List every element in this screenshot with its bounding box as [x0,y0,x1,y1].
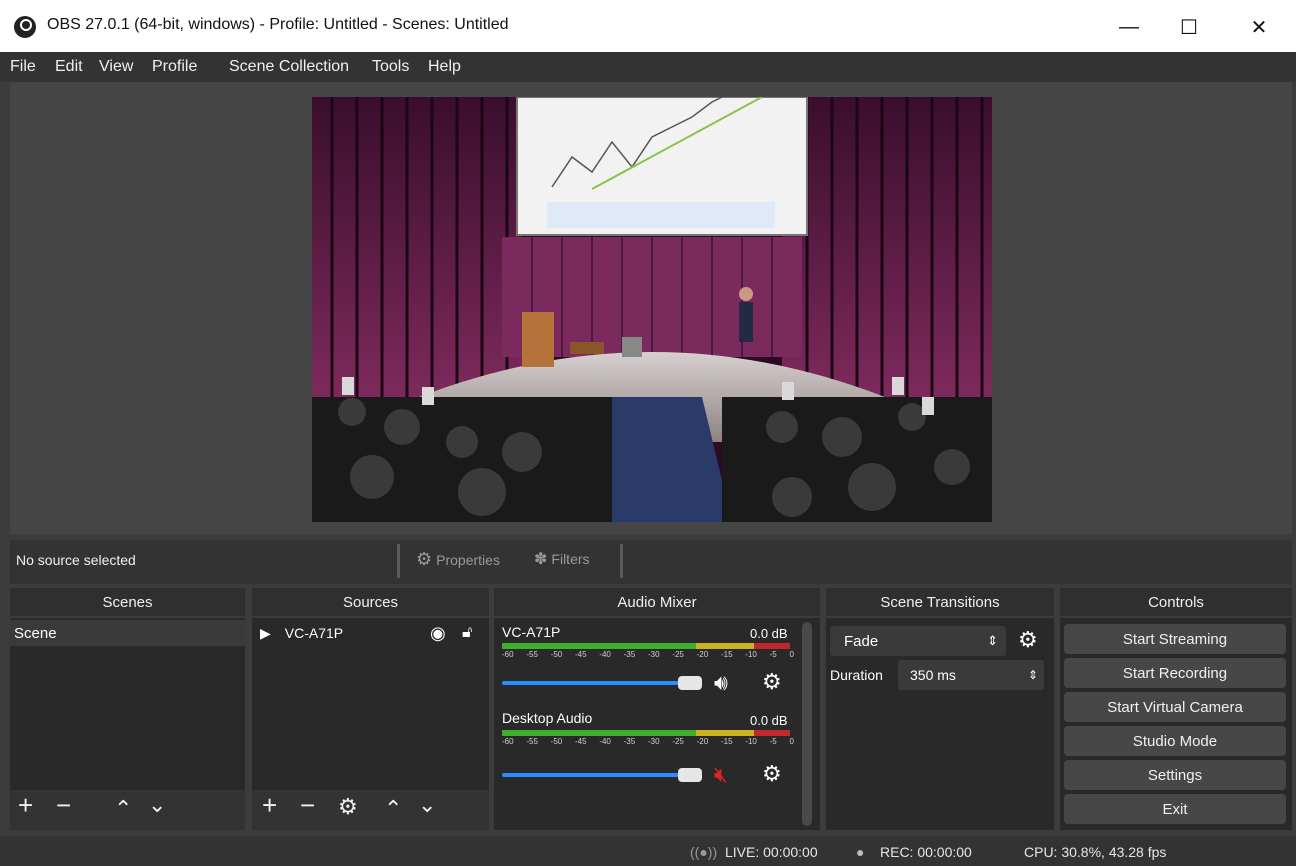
minimize-button[interactable]: — [1106,10,1152,44]
add-scene-button[interactable]: + [18,790,33,821]
speaker-icon[interactable]: 🔊︎ [714,670,728,696]
lock-icon[interactable]: 🔓︎ [462,624,472,642]
start-virtual-camera-button[interactable]: Start Virtual Camera [1064,692,1286,722]
menu-view[interactable]: View [99,58,133,76]
menu-file[interactable]: File [10,58,36,76]
audio-mixer-panel: VC-A71P 0.0 dB -60 -55 -50 -45 -40 -35 -30 -25-… [494,618,820,830]
filters-button[interactable]: ✽ Filters [534,549,590,569]
volume-meter [502,643,790,649]
volume-slider-handle[interactable] [678,768,702,782]
volume-slider-handle[interactable] [678,676,702,690]
duration-spinbox[interactable]: 350 ms ⇕ [898,660,1044,690]
scrollbar[interactable] [802,622,812,826]
start-streaming-button[interactable]: Start Streaming [1064,624,1286,654]
scene-item[interactable]: Scene [10,620,245,646]
add-source-button[interactable]: + [262,790,277,821]
remove-source-button[interactable]: − [300,790,315,821]
meter-ticks: -60 -55 -50 -45 -40 -35 -30 -25 -20 -15 -10 -5 0 [502,650,794,659]
volume-slider[interactable] [502,773,686,777]
move-down-icon[interactable]: ⌄ [418,792,436,818]
menu-edit[interactable]: Edit [55,58,83,76]
no-source-label: No source selected [16,552,136,568]
toolbar-divider [620,544,623,578]
broadcast-icon: ((●)) [690,844,718,860]
cpu-fps-status: CPU: 30.8%, 43.28 fps [1024,844,1167,860]
rec-timer: REC: 00:00:00 [880,844,972,860]
obs-logo-icon [14,16,36,38]
gear-icon[interactable]: ⚙ [1018,627,1038,653]
menu-bar: File Edit View Profile Scene Collection … [0,52,1296,82]
live-timer: LIVE: 00:00:00 [725,844,818,860]
exit-button[interactable]: Exit [1064,794,1286,824]
source-item[interactable]: ▶ VC-A71P ◉ 🔓︎ [252,620,489,646]
menu-help[interactable]: Help [428,58,461,76]
move-up-icon[interactable]: ⌃ [114,796,132,822]
scene-transitions-panel: Fade ⇕ ⚙ Duration 350 ms ⇕ [826,618,1054,830]
gear-icon[interactable]: ⚙ [762,669,782,695]
title-bar: OBS 27.0.1 (64-bit, windows) - Profile: … [0,0,1296,53]
move-up-icon[interactable]: ⌃ [384,796,402,822]
scenes-list[interactable]: Scene [10,618,245,790]
remove-scene-button[interactable]: − [56,790,71,821]
scenes-dock-title: Scenes [10,588,245,616]
settings-button[interactable]: Settings [1064,760,1286,790]
transition-selected: Fade [844,632,879,650]
close-button[interactable]: ✕ [1236,10,1282,44]
meter-ticks: -60 -55 -50 -45 -40 -35 -30 -25 -20 -15 -10 -5 0 [502,737,794,746]
source-properties-gear-icon[interactable]: ⚙ [338,794,358,820]
sources-toolbar: + − ⚙ ⌃ ⌄ [252,790,489,830]
volume-meter [502,730,790,736]
filter-icon: ✽ [534,551,548,568]
play-icon: ▶ [260,624,271,641]
duration-value: 350 ms [910,667,956,683]
scenes-toolbar: + − ⌃ ⌄ [10,790,245,830]
record-icon: ● [856,844,865,860]
filters-label: Filters [551,551,590,567]
mixer-channel-db: 0.0 dB [750,713,788,728]
duration-label: Duration [830,667,883,683]
source-toolbar [10,540,1292,584]
mixer-channel-db: 0.0 dB [750,626,788,641]
maximize-button[interactable]: ☐ [1166,10,1212,44]
mixer-channel-name: Desktop Audio [502,710,593,726]
eye-icon[interactable]: ◉ [430,623,446,644]
move-down-icon[interactable]: ⌄ [148,792,166,818]
studio-mode-button[interactable]: Studio Mode [1064,726,1286,756]
menu-tools[interactable]: Tools [372,58,409,76]
toolbar-divider [397,544,400,578]
properties-button[interactable]: ⚙ Properties [416,549,500,570]
sources-dock-title: Sources [252,588,489,616]
start-recording-button[interactable]: Start Recording [1064,658,1286,688]
chevron-updown-icon: ⇕ [987,633,998,648]
volume-slider[interactable] [502,681,686,685]
sources-list[interactable]: ▶ VC-A71P ◉ 🔓︎ [252,618,489,790]
auditorium-scene-icon [312,97,992,522]
properties-label: Properties [436,551,500,568]
gear-icon: ⚙ [416,549,433,569]
menu-scene-collection[interactable]: Scene Collection [229,58,349,76]
scene-transitions-dock-title: Scene Transitions [826,588,1054,616]
controls-dock-title: Controls [1060,588,1292,616]
mixer-channel-name: VC-A71P [502,624,561,640]
menu-profile[interactable]: Profile [152,58,197,76]
source-name: VC-A71P [284,625,344,641]
window-title: OBS 27.0.1 (64-bit, windows) - Profile: … [47,16,509,33]
preview-image[interactable] [312,97,992,522]
transition-select[interactable]: Fade ⇕ [830,626,1006,656]
audio-mixer-dock-title: Audio Mixer [494,588,820,616]
muted-speaker-icon[interactable]: 🔇︎ [714,762,728,788]
gear-icon[interactable]: ⚙ [762,761,782,787]
spin-arrows-icon[interactable]: ⇕ [1028,668,1038,682]
